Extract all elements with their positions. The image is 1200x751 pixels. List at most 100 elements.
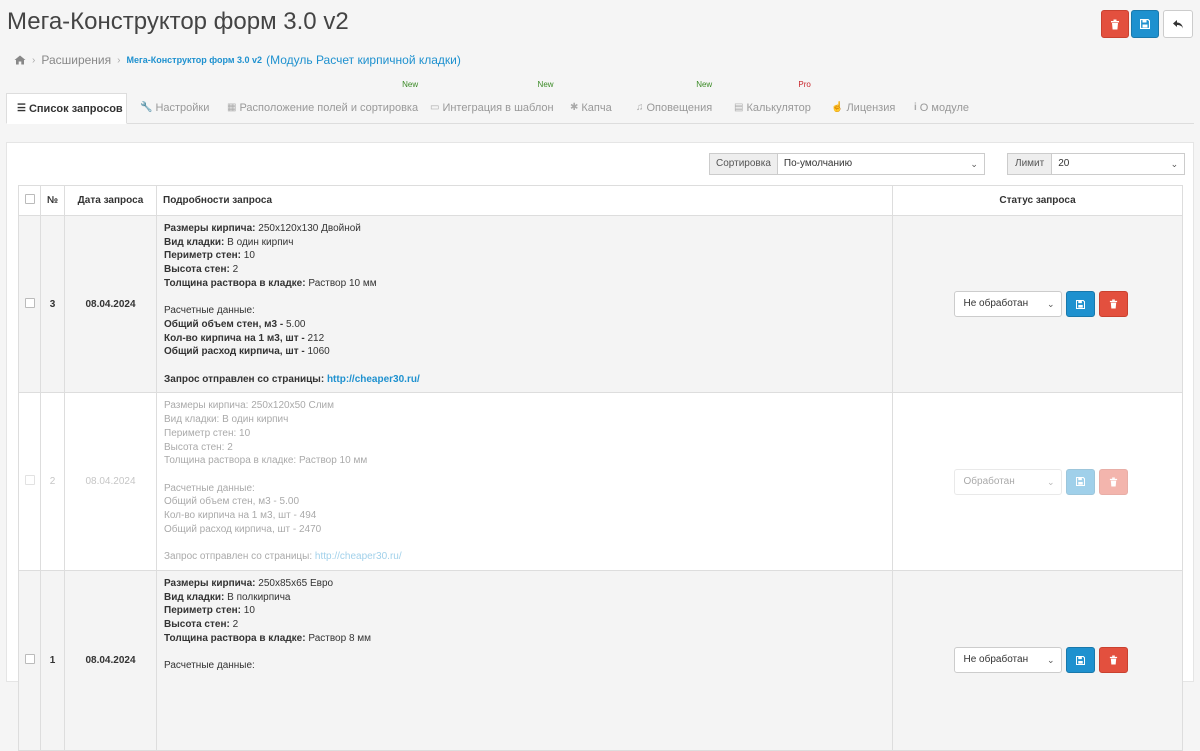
tab-template-integration[interactable]: ▭ Интеграция в шаблон New bbox=[430, 80, 554, 123]
row-checkbox[interactable] bbox=[24, 653, 35, 664]
tab-captcha[interactable]: ✱ Капча bbox=[570, 93, 612, 123]
field-label: Вид кладки: bbox=[164, 236, 225, 248]
sort-label: Сортировка bbox=[709, 153, 777, 175]
tab-bar: ☰ Список запросов 🔧 Настройки ▦ Расположени… bbox=[6, 80, 1194, 124]
limit-select[interactable]: 20 ⌄ bbox=[1051, 153, 1186, 175]
tab-notifications[interactable]: ♫ Оповещения New bbox=[636, 80, 712, 123]
request-date: 08.04.2024 bbox=[64, 392, 157, 571]
field-label: Размеры кирпича: bbox=[164, 577, 256, 589]
field-label: Запрос отправлен со страницы: bbox=[164, 551, 313, 563]
select-all-header[interactable] bbox=[18, 185, 41, 216]
field-value: 1060 bbox=[307, 346, 330, 358]
wrench-icon: 🔧 bbox=[140, 102, 153, 113]
bell-icon: ♫ bbox=[636, 102, 644, 113]
field-value: Раствор 10 мм bbox=[308, 277, 377, 289]
delete-request-button[interactable] bbox=[1098, 647, 1128, 674]
request-number: 2 bbox=[40, 392, 65, 571]
tab-request-list[interactable]: ☰ Список запросов bbox=[6, 93, 127, 124]
new-badge: New bbox=[537, 80, 554, 89]
status-cell: Обработан ⌄ bbox=[892, 392, 1183, 571]
new-badge: New bbox=[696, 80, 713, 89]
field-value: 2 bbox=[227, 441, 233, 453]
field-label: Высота стен: bbox=[164, 441, 225, 453]
tab-label: Лицензия bbox=[846, 102, 896, 114]
row-checkbox-cell bbox=[18, 569, 41, 751]
row-checkbox[interactable] bbox=[24, 297, 35, 308]
status-select[interactable]: Обработан ⌄ bbox=[953, 468, 1062, 495]
request-number: 1 bbox=[40, 569, 65, 751]
field-value: Раствор 8 мм bbox=[308, 632, 372, 644]
column-header-date[interactable]: Дата запроса bbox=[64, 185, 157, 216]
field-label: Кол-во кирпича на 1 м3, шт - bbox=[164, 510, 297, 522]
breadcrumb-extensions-link[interactable]: Расширения bbox=[41, 53, 111, 67]
breadcrumb-module-link[interactable]: Мега-Конструктор форм 3.0 v2 bbox=[126, 55, 262, 65]
breadcrumb-separator: › bbox=[32, 54, 36, 66]
chevron-down-icon: ⌄ bbox=[1046, 655, 1055, 666]
delete-button[interactable] bbox=[1101, 10, 1129, 38]
save-status-button[interactable] bbox=[1065, 468, 1095, 495]
limit-select-value: 20 bbox=[1058, 158, 1070, 169]
tab-about[interactable]: iО модуле bbox=[914, 93, 969, 123]
tab-license[interactable]: ☝ Лицензия bbox=[831, 93, 895, 123]
pro-badge: Pro bbox=[798, 80, 811, 89]
save-status-button[interactable] bbox=[1065, 291, 1095, 318]
field-value: 250х120х130 Двойной bbox=[258, 223, 361, 234]
field-value: 2 bbox=[232, 618, 239, 630]
sort-select[interactable]: По-умолчанию ⌄ bbox=[776, 153, 985, 175]
field-value: Раствор 10 мм bbox=[298, 455, 368, 467]
field-value: 212 bbox=[307, 332, 325, 344]
save-button[interactable] bbox=[1131, 10, 1159, 38]
save-status-button[interactable] bbox=[1065, 647, 1095, 674]
sort-group: Сортировка По-умолчанию ⌄ bbox=[709, 153, 985, 175]
source-link[interactable]: http://cheaper30.ru/ bbox=[327, 374, 420, 385]
request-details: Размеры кирпича: 250х120х130 Двойной Вид… bbox=[156, 214, 893, 394]
tab-label: Капча bbox=[581, 102, 612, 114]
column-header-details: Подробности запроса bbox=[156, 185, 893, 216]
tab-settings[interactable]: 🔧 Настройки bbox=[140, 93, 209, 123]
source-link[interactable]: http://cheaper30.ru/ bbox=[315, 551, 402, 562]
table-row: 2 08.04.2024 Размеры кирпича: 250х120х50… bbox=[18, 392, 1183, 571]
tab-label: Калькулятор bbox=[746, 102, 811, 114]
breadcrumb-separator: › bbox=[117, 54, 121, 66]
tab-label: Настройки bbox=[155, 102, 210, 114]
field-label: Общий объем стен, м3 - bbox=[164, 318, 284, 330]
sort-select-value: По-умолчанию bbox=[783, 158, 853, 169]
breadcrumb-module-subtitle[interactable]: (Модуль Расчет кирпичной кладки) bbox=[266, 53, 461, 67]
column-header-status[interactable]: Статус запроса bbox=[892, 185, 1183, 216]
status-cell: Не обработан ⌄ bbox=[892, 214, 1183, 394]
field-label: Запрос отправлен со страницы: bbox=[164, 373, 325, 385]
delete-request-button[interactable] bbox=[1098, 468, 1128, 495]
tab-fields-layout[interactable]: ▦ Расположение полей и сортировка New bbox=[227, 80, 418, 123]
tab-label: Интеграция в шаблон bbox=[442, 102, 554, 114]
tab-calculator[interactable]: ▤ Калькулятор Pro bbox=[734, 80, 811, 123]
status-select[interactable]: Не обработан ⌄ bbox=[953, 291, 1062, 318]
status-select-value: Обработан bbox=[963, 475, 1015, 487]
field-value: В один кирпич bbox=[227, 236, 294, 248]
field-label: Общий расход кирпича, шт - bbox=[164, 523, 297, 535]
chevron-down-icon: ⌄ bbox=[1046, 476, 1055, 487]
field-value: 5.00 bbox=[285, 318, 306, 330]
save-icon bbox=[1075, 477, 1085, 487]
new-badge: New bbox=[402, 80, 419, 89]
row-checkbox[interactable] bbox=[24, 475, 35, 486]
list-icon: ☰ bbox=[17, 102, 26, 114]
info-icon: i bbox=[914, 102, 917, 113]
select-all-checkbox[interactable] bbox=[24, 194, 35, 204]
field-value: 10 bbox=[243, 250, 255, 262]
laptop-icon: ▭ bbox=[430, 102, 440, 113]
home-icon[interactable] bbox=[14, 55, 26, 65]
table-row: 3 08.04.2024 Размеры кирпича: 250х120х13… bbox=[18, 214, 1183, 394]
field-value: 2470 bbox=[299, 523, 322, 535]
page-title: Мега-Конструктор форм 3.0 v2 bbox=[7, 8, 349, 35]
column-header-num: № bbox=[40, 185, 65, 216]
field-label: Общий объем стен, м3 - bbox=[164, 496, 277, 508]
table-row: 1 08.04.2024 Размеры кирпича: 250х85х65 … bbox=[18, 569, 1183, 751]
back-button[interactable] bbox=[1163, 10, 1193, 38]
field-label: Размеры кирпича: bbox=[164, 400, 249, 412]
field-value: 250х120х50 Слим bbox=[251, 400, 334, 412]
field-value: В полкирпича bbox=[227, 591, 291, 603]
calc-heading: Расчетные данные: bbox=[164, 482, 255, 494]
status-select[interactable]: Не обработан ⌄ bbox=[953, 647, 1062, 674]
field-label: Высота стен: bbox=[164, 618, 230, 630]
delete-request-button[interactable] bbox=[1098, 291, 1128, 318]
